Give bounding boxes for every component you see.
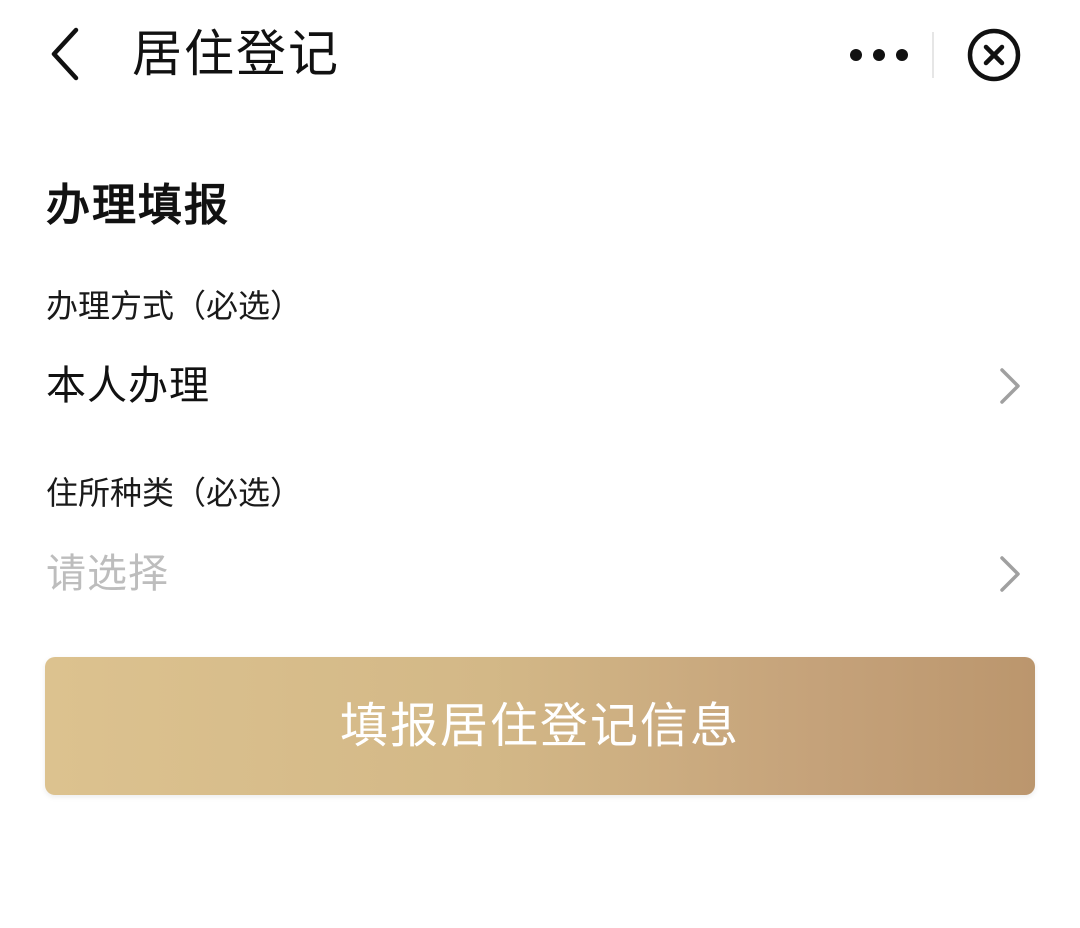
residence-type-placeholder: 请选择 [46, 551, 169, 597]
section-title: 办理填报 [46, 180, 230, 231]
residence-type-label: 住所种类（必选） [46, 474, 303, 512]
submit-residence-registration-button[interactable]: 填报居住登记信息 [45, 657, 1035, 795]
page-title: 居住登记 [132, 25, 340, 83]
close-button[interactable] [964, 25, 1024, 85]
residence-type-selector[interactable]: 请选择 [46, 538, 1036, 610]
method-selector[interactable]: 本人办理 [46, 350, 1036, 422]
nav-bar: 居住登记 [0, 0, 1080, 110]
capsule-divider [932, 32, 934, 78]
chevron-right-icon [1000, 368, 1020, 404]
mini-program-capsule [834, 12, 1042, 98]
chevron-left-icon [51, 27, 79, 81]
close-circle-icon [967, 28, 1021, 82]
back-button[interactable] [40, 22, 96, 86]
more-button[interactable] [834, 12, 930, 98]
chevron-right-icon [1000, 556, 1020, 592]
more-dots-icon [850, 49, 908, 61]
method-value: 本人办理 [46, 363, 210, 409]
method-label: 办理方式（必选） [46, 287, 303, 325]
